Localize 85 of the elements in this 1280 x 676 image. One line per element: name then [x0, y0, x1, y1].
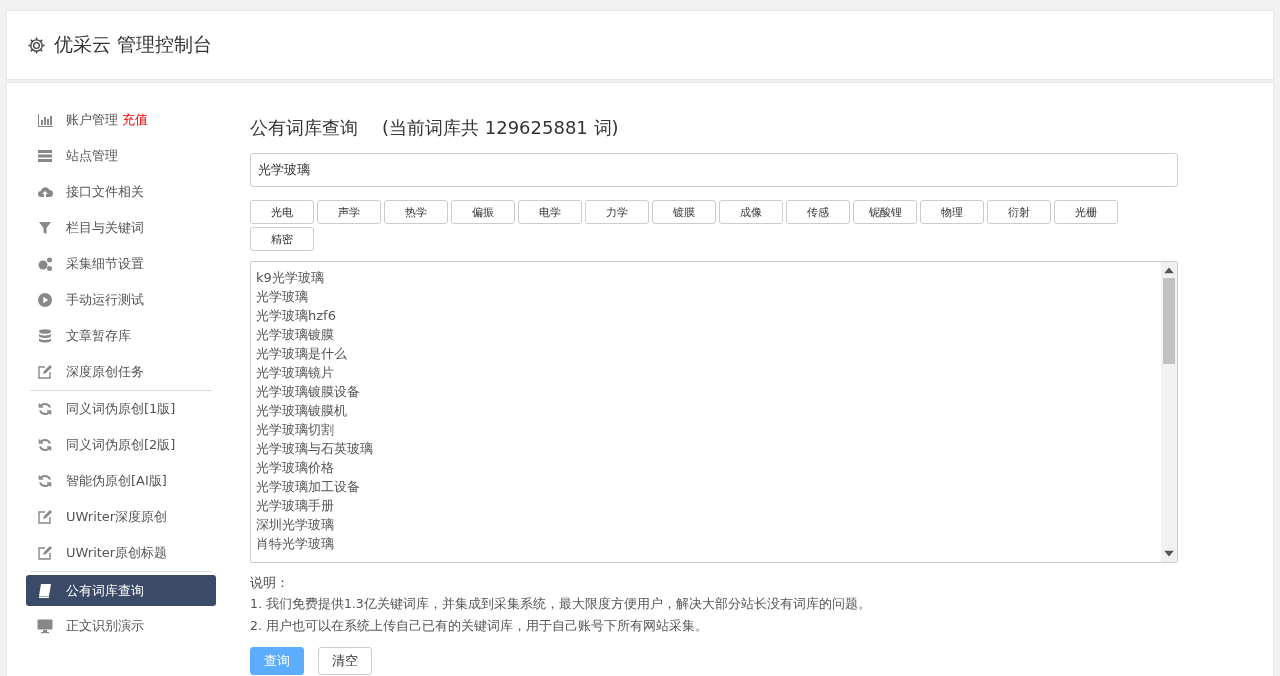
sidebar-item[interactable]: 文章暂存库 — [26, 318, 216, 354]
sidebar-label: 接口文件相关 — [66, 183, 144, 201]
result-item[interactable]: 光学玻璃价格 — [256, 458, 1156, 477]
tag-button[interactable]: 铌酸锂 — [853, 200, 917, 224]
sidebar-item[interactable]: 正文识别演示 — [26, 608, 216, 644]
result-item[interactable]: 肖特光学玻璃 — [256, 534, 1156, 553]
result-item[interactable]: 光学玻璃加工设备 — [256, 477, 1156, 496]
chart-icon — [37, 112, 53, 128]
tag-button[interactable]: 热学 — [384, 200, 448, 224]
sidebar-label: 文章暂存库 — [66, 327, 131, 345]
cloud-icon — [37, 184, 53, 200]
sidebar-item[interactable]: 账户管理 充值 — [26, 102, 216, 138]
edit-icon — [37, 364, 53, 380]
sidebar-label: 手动运行测试 — [66, 291, 144, 309]
refresh-icon — [37, 473, 53, 489]
sidebar-label: 采集细节设置 — [66, 255, 144, 273]
tag-button[interactable]: 衍射 — [987, 200, 1051, 224]
refresh-icon — [37, 401, 53, 417]
sidebar-label: 账户管理 — [66, 111, 118, 129]
book-icon — [37, 582, 53, 599]
result-item[interactable]: 光学玻璃与石英玻璃 — [256, 439, 1156, 458]
note-text: 2. 用户也可以在系统上传自己已有的关键词库，用于自己账号下所有网站采集。 — [250, 617, 709, 635]
sidebar-label: 公有词库查询 — [66, 581, 144, 600]
result-item[interactable]: 光学玻璃手册 — [256, 496, 1156, 515]
result-item[interactable]: 光学玻璃切割 — [256, 420, 1156, 439]
scroll-thumb[interactable] — [1163, 278, 1175, 364]
tag-button[interactable]: 光电 — [250, 200, 314, 224]
result-item[interactable]: 光学玻璃镜片 — [256, 363, 1156, 382]
edit-icon — [37, 509, 53, 525]
sidebar-item[interactable]: 采集细节设置 — [26, 246, 216, 282]
monitor-icon — [37, 618, 53, 634]
sidebar-label: UWriter原创标题 — [66, 544, 168, 562]
sidebar-item[interactable]: 公有词库查询 — [26, 575, 216, 606]
tag-button[interactable]: 物理 — [920, 200, 984, 224]
result-item[interactable]: 光学玻璃镀膜机 — [256, 401, 1156, 420]
sidebar-item[interactable]: 接口文件相关 — [26, 174, 216, 210]
search-field[interactable]: 光学玻璃 — [250, 153, 1178, 187]
result-item[interactable]: 深圳光学玻璃 — [256, 515, 1156, 534]
sidebar-item[interactable]: 智能伪原创[AI版] — [26, 463, 216, 499]
play-icon — [37, 292, 53, 308]
sidebar-item[interactable]: 同义词伪原创[1版] — [26, 391, 216, 427]
result-item[interactable]: 光学玻璃hzf6 — [256, 306, 1156, 325]
word-count: (当前词库共 129625881 词) — [382, 116, 619, 140]
refresh-icon — [37, 437, 53, 453]
sidebar-label: 栏目与关键词 — [66, 219, 144, 237]
edit-icon — [37, 545, 53, 561]
sidebar-label: UWriter深度原创 — [66, 508, 168, 526]
filter-icon — [37, 220, 53, 236]
settings-icon — [27, 35, 46, 55]
console-title: 优采云 管理控制台 — [54, 32, 213, 57]
sidebar-label: 同义词伪原创[2版] — [66, 436, 176, 454]
sidebar-label: 同义词伪原创[1版] — [66, 400, 176, 418]
tag-button[interactable]: 声学 — [317, 200, 381, 224]
tag-button[interactable]: 光栅 — [1054, 200, 1118, 224]
sidebar-item[interactable]: 手动运行测试 — [26, 282, 216, 318]
sidebar-label: 正文识别演示 — [66, 617, 144, 635]
tag-button[interactable]: 精密 — [250, 227, 314, 251]
tag-button[interactable]: 力学 — [585, 200, 649, 224]
sidebar-item[interactable]: 站点管理 — [26, 138, 216, 174]
sidebar-item[interactable]: 同义词伪原创[2版] — [26, 427, 216, 463]
result-item[interactable]: 光学玻璃镀膜设备 — [256, 382, 1156, 401]
sidebar-label: 深度原创任务 — [66, 363, 144, 381]
clear-button[interactable]: 清空 — [318, 647, 372, 675]
server-icon — [37, 148, 53, 164]
notes-title: 说明： — [250, 574, 290, 592]
sidebar-item[interactable]: 深度原创任务 — [26, 354, 216, 390]
tag-button[interactable]: 偏振 — [451, 200, 515, 224]
note-text: 1. 我们免费提供1.3亿关键词库，并集成到采集系统，最大限度方便用户，解决大部分站长没有词库的问题。 — [250, 595, 872, 613]
scrollbar[interactable] — [1161, 262, 1177, 562]
result-item[interactable]: 光学玻璃是什么 — [256, 344, 1156, 363]
sidebar-item[interactable]: 栏目与关键词 — [26, 210, 216, 246]
sidebar-item[interactable]: UWriter深度原创 — [26, 499, 216, 535]
result-item[interactable]: 光学玻璃 — [256, 287, 1156, 306]
page-title: 公有词库查询 — [250, 116, 358, 140]
recharge-link[interactable]: 充值 — [122, 111, 148, 129]
tag-button[interactable]: 传感 — [786, 200, 850, 224]
tag-button[interactable]: 成像 — [719, 200, 783, 224]
result-item[interactable]: 光学玻璃镀膜 — [256, 325, 1156, 344]
tag-button[interactable]: 镀膜 — [652, 200, 716, 224]
tag-button[interactable]: 电学 — [518, 200, 582, 224]
sidebar-label: 智能伪原创[AI版] — [66, 472, 167, 490]
sidebar-item[interactable]: UWriter原创标题 — [26, 535, 216, 571]
result-item[interactable]: k9光学玻璃 — [256, 268, 1156, 287]
db-icon — [37, 328, 53, 344]
sidebar-label: 站点管理 — [66, 147, 118, 165]
